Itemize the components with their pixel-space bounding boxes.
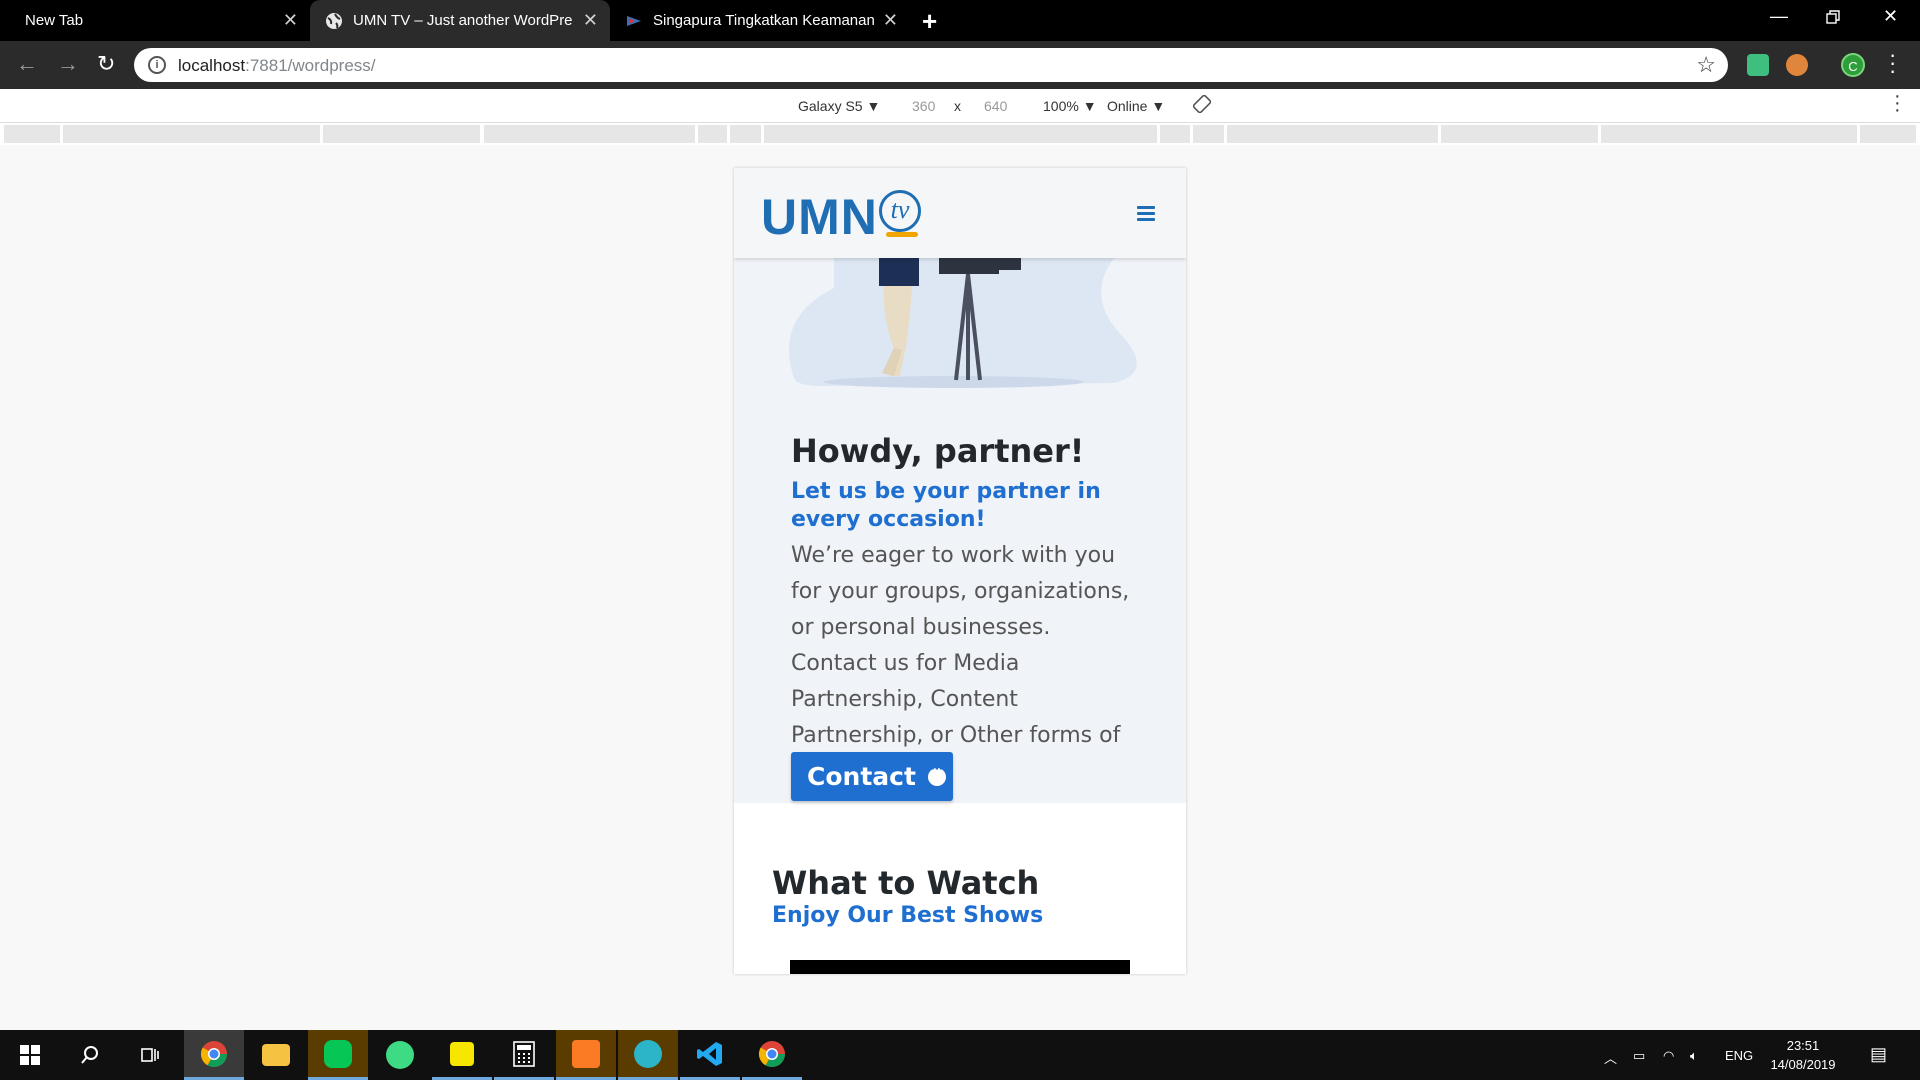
- chat-bubble-icon: [927, 761, 946, 786]
- chrome-taskbar-icon[interactable]: [742, 1030, 802, 1080]
- extension-icon[interactable]: [1786, 54, 1808, 76]
- device-toolbar: Galaxy S5 ▼ 360 x 640 100% ▼ Online ▼ · ·…: [0, 86, 1920, 123]
- info-icon[interactable]: i: [148, 56, 166, 74]
- section-title: What to Watch: [772, 864, 1040, 902]
- tab-new-tab[interactable]: New Tab ✕: [0, 0, 310, 41]
- hamburger-menu-icon[interactable]: [1137, 206, 1155, 222]
- notifications-icon[interactable]: ▤: [1870, 1044, 1887, 1065]
- extension-icon[interactable]: [1747, 54, 1769, 76]
- browser-toolbar: ← → ↻ i localhost:7881/wordpress/ ☆ C · ·…: [0, 41, 1920, 89]
- globe-icon: [326, 12, 342, 29]
- minimize-icon[interactable]: —: [1770, 6, 1788, 27]
- calculator-icon[interactable]: [494, 1030, 554, 1080]
- search-icon[interactable]: [60, 1030, 120, 1080]
- windows-logo-icon: [20, 1045, 40, 1065]
- android-studio-icon[interactable]: [370, 1030, 430, 1080]
- devtools-menu-icon[interactable]: · · ·: [1894, 86, 1901, 120]
- close-icon[interactable]: ✕: [583, 10, 598, 31]
- file-explorer-icon[interactable]: [246, 1030, 306, 1080]
- windows-taskbar: ︿ ▭ ◠ 🔈︎ ENG 23:51 14/08/2019 ▤: [0, 1030, 1920, 1080]
- clock-time: 23:51: [1786, 1038, 1820, 1053]
- show-hidden-icons-icon[interactable]: ︿: [1604, 1048, 1617, 1067]
- forward-arrow-icon[interactable]: →: [57, 51, 79, 77]
- tab-title: New Tab: [25, 12, 84, 29]
- logo-tv-badge: tv: [879, 190, 921, 237]
- restore-icon[interactable]: [1826, 8, 1840, 29]
- section-subtitle: Enjoy Our Best Shows: [772, 903, 1044, 928]
- contact-button[interactable]: Contact: [791, 752, 953, 801]
- app-taskbar-icon[interactable]: [618, 1030, 678, 1080]
- hero-section: Howdy, partner! Let us be your partner i…: [734, 258, 1186, 803]
- news-site-icon: [627, 15, 641, 26]
- media-query-ruler: [0, 123, 1920, 145]
- site-logo[interactable]: UMN: [761, 188, 878, 246]
- close-window-icon[interactable]: ✕: [1883, 6, 1898, 27]
- dimension-separator: x: [954, 98, 961, 114]
- video-embed[interactable]: [790, 960, 1130, 974]
- language-indicator[interactable]: ENG: [1725, 1048, 1753, 1063]
- chrome-taskbar-icon[interactable]: [184, 1030, 244, 1080]
- device-width-input[interactable]: 360: [912, 98, 935, 114]
- address-bar[interactable]: i localhost:7881/wordpress/ ☆: [134, 48, 1728, 82]
- profile-avatar[interactable]: C: [1841, 53, 1865, 77]
- sticky-notes-icon[interactable]: [432, 1030, 492, 1080]
- browser-menu-icon[interactable]: · · ·: [1889, 44, 1896, 82]
- line-app-icon[interactable]: [308, 1030, 368, 1080]
- network-throttle-select[interactable]: Online ▼: [1107, 98, 1165, 114]
- bookmark-star-icon[interactable]: ☆: [1696, 52, 1716, 78]
- battery-icon[interactable]: ▭: [1633, 1048, 1645, 1064]
- tab-umn-tv[interactable]: UMN TV – Just another WordPre ✕: [310, 0, 610, 41]
- start-button[interactable]: [0, 1030, 60, 1080]
- url-text: localhost:7881/wordpress/: [178, 56, 376, 75]
- back-arrow-icon[interactable]: ←: [16, 51, 38, 77]
- xampp-icon[interactable]: [556, 1030, 616, 1080]
- volume-icon[interactable]: 🔈︎: [1690, 1048, 1698, 1064]
- hero-title: Howdy, partner!: [791, 432, 1085, 470]
- tab-strip: New Tab ✕ UMN TV – Just another WordPre …: [0, 0, 1920, 41]
- mobile-viewport: UMN tv Howdy, partner! Let us be your pa…: [734, 168, 1186, 974]
- wifi-icon[interactable]: ◠: [1663, 1048, 1674, 1064]
- cameraman-illustration: [789, 258, 1137, 388]
- clock-date: 14/08/2019: [1770, 1057, 1836, 1072]
- device-height-input[interactable]: 640: [984, 98, 1007, 114]
- close-icon[interactable]: ✕: [883, 10, 898, 31]
- vscode-icon[interactable]: [680, 1030, 740, 1080]
- site-header: UMN tv: [734, 168, 1186, 258]
- task-view-icon[interactable]: [120, 1030, 180, 1080]
- new-tab-button[interactable]: +: [922, 6, 937, 37]
- zoom-select[interactable]: 100% ▼: [1043, 98, 1097, 114]
- close-icon[interactable]: ✕: [283, 10, 298, 31]
- device-select[interactable]: Galaxy S5 ▼: [798, 98, 880, 114]
- contact-button-label: Contact: [807, 762, 916, 791]
- reload-icon[interactable]: ↻: [97, 51, 115, 77]
- hero-subtitle: Let us be your partner in every occasion…: [791, 479, 1101, 532]
- tab-title: Singapura Tingkatkan Keamanan: [653, 12, 875, 29]
- tab-singapura[interactable]: Singapura Tingkatkan Keamanan ✕: [610, 0, 910, 41]
- rotate-icon[interactable]: [1192, 94, 1212, 116]
- tab-title: UMN TV – Just another WordPre: [353, 12, 573, 29]
- system-clock[interactable]: 23:51 14/08/2019: [1758, 1036, 1848, 1074]
